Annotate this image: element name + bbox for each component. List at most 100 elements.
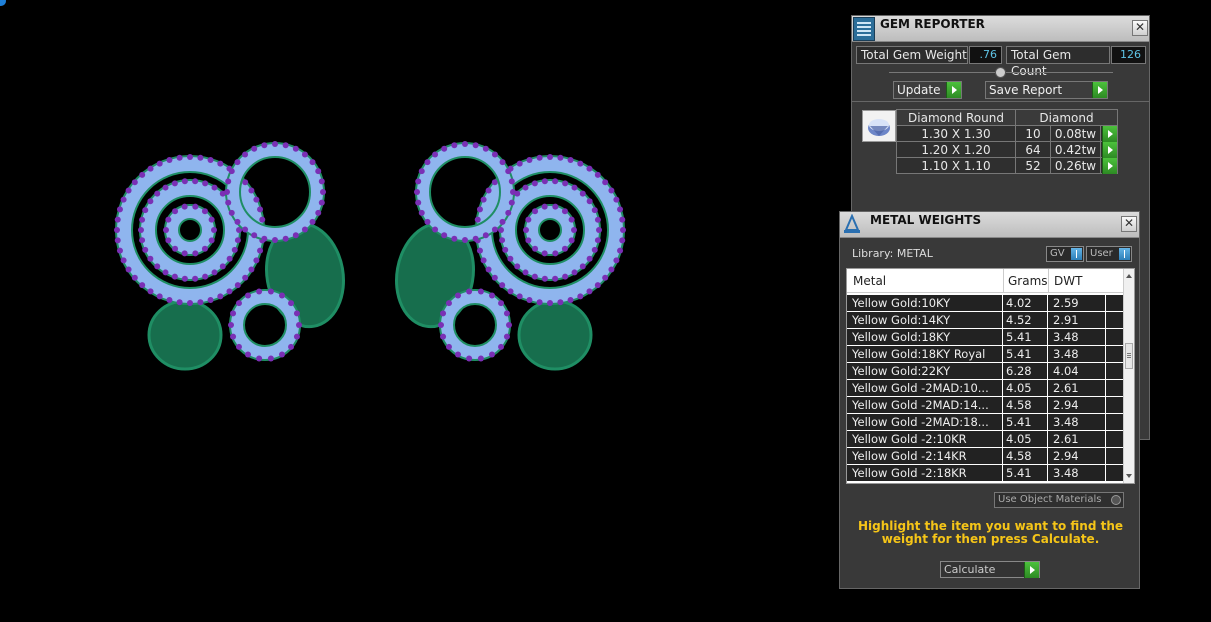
gem-stone (282, 235, 289, 242)
metal-table[interactable]: Metal Grams DWT Yellow Gold:10KY 4.02 2.59… (846, 268, 1135, 484)
gem-type-header: Diamond (1015, 109, 1118, 126)
bottom-cabochon (147, 299, 223, 371)
gem-stone (415, 199, 422, 206)
gem-stone (415, 178, 422, 185)
gem-stone (499, 218, 506, 225)
gem-reporter-close-button[interactable]: ✕ (1132, 20, 1148, 36)
metal-name-cell: Yellow Gold -2:14KR (852, 449, 967, 463)
gem-stone (498, 300, 505, 307)
metal-table-row[interactable]: Yellow Gold:14KY 4.52 2.91 (847, 312, 1125, 329)
gem-row-go-button[interactable] (1100, 141, 1118, 158)
gem-stone (251, 232, 258, 239)
gem-stone (472, 142, 479, 149)
gem-stone (503, 310, 510, 317)
gem-table-row[interactable]: 1.20 X 1.20 64 0.42tw (896, 141, 1118, 158)
metal-table-row[interactable]: Yellow Gold -2:10KR 4.05 2.61 (847, 431, 1125, 448)
gem-slider-handle[interactable] (995, 67, 1006, 78)
gem-stone (166, 297, 173, 304)
metal-table-row[interactable]: Yellow Gold -2MAD:10... 4.05 2.61 (847, 380, 1125, 397)
gem-table-row[interactable]: 1.30 X 1.30 10 0.08tw (896, 125, 1118, 142)
metal-table-row[interactable]: Yellow Gold -2MAD:18... 5.41 3.48 (847, 414, 1125, 431)
gem-reporter-titlebar[interactable]: GEM REPORTER ✕ (852, 16, 1149, 42)
gem-stone (462, 141, 468, 147)
scroll-down-icon[interactable] (1126, 474, 1132, 478)
scroll-thumb[interactable] (1125, 343, 1133, 369)
gem-stone (552, 275, 559, 282)
play-arrow-icon (1102, 142, 1117, 158)
gem-stone (296, 322, 302, 328)
metal-table-row[interactable]: Yellow Gold:18KY Royal 5.41 3.48 (847, 346, 1125, 363)
gem-stone (171, 180, 178, 187)
gem-stone (571, 269, 578, 276)
gem-stone (211, 269, 218, 276)
gem-stone (272, 141, 278, 147)
gem-stone (253, 257, 260, 264)
gem-stone (165, 216, 172, 223)
gem-table-row[interactable]: 1.10 X 1.10 52 0.26tw (896, 157, 1118, 174)
metal-column-header[interactable]: Metal (853, 274, 886, 288)
gem-stone (267, 288, 274, 295)
gem-stone (613, 257, 620, 264)
gem-stone (476, 206, 483, 213)
metal-table-scrollbar[interactable] (1123, 269, 1134, 483)
metal-weights-titlebar[interactable]: METAL WEIGHTS ✕ (840, 212, 1139, 238)
gem-stone (526, 297, 533, 304)
metal-name-cell: Yellow Gold:18KY (852, 330, 951, 344)
gem-stone (594, 171, 601, 178)
gem-stone (577, 293, 584, 300)
small-ring-pave (441, 291, 509, 359)
bottom-cabochon (517, 299, 593, 371)
extra-cell (1105, 397, 1125, 413)
metal-weights-close-button[interactable]: ✕ (1121, 216, 1137, 232)
gv-toggle[interactable]: GV (1046, 246, 1084, 262)
gem-stone (602, 274, 609, 281)
save-report-button[interactable]: Save Report (985, 81, 1108, 99)
gem-stone (438, 322, 444, 328)
metal-name-cell: Yellow Gold:22KY (852, 364, 951, 378)
diamond-round-icon[interactable] (862, 110, 896, 142)
background-strip (1140, 440, 1211, 622)
user-toggle[interactable]: User (1086, 246, 1132, 262)
gem-stone (288, 343, 295, 350)
gem-stone (485, 266, 492, 273)
gem-stone (568, 237, 575, 244)
gem-row-go-button[interactable] (1100, 157, 1118, 174)
gem-row-go-button[interactable] (1100, 125, 1118, 142)
grams-column-header[interactable]: Grams (1003, 269, 1048, 293)
gem-weight: 0.08tw (1050, 125, 1101, 142)
radio-icon (1111, 495, 1121, 505)
gem-stone (228, 209, 235, 216)
gem-stone (234, 159, 241, 166)
total-gem-weight-value: .76 (969, 46, 1002, 64)
gem-stone (536, 154, 543, 161)
gem-stone (187, 154, 193, 160)
use-object-materials-toggle[interactable]: Use Object Materials (994, 492, 1124, 508)
metal-table-row[interactable]: Yellow Gold -2:14KR 4.58 2.94 (847, 448, 1125, 465)
gem-stone (176, 154, 183, 161)
gem-stone (197, 299, 204, 306)
gem-stone (228, 322, 234, 328)
metal-table-row[interactable]: Yellow Gold -2MAD:14... 4.58 2.94 (847, 397, 1125, 414)
extra-cell (1105, 312, 1125, 328)
gem-stone (602, 179, 609, 186)
total-gem-weight-label: Total Gem Weight (856, 46, 968, 64)
scroll-up-icon[interactable] (1126, 274, 1132, 278)
gem-stone (166, 156, 173, 163)
update-button[interactable]: Update (893, 81, 962, 99)
metal-name-cell: Yellow Gold -2MAD:18... (852, 415, 989, 429)
metal-name-cell: Yellow Gold -2MAD:14... (852, 398, 989, 412)
gem-size: 1.20 X 1.20 (896, 141, 1016, 158)
gem-stone (225, 199, 232, 206)
dwt-column-header[interactable]: DWT (1048, 269, 1082, 293)
metal-table-row[interactable]: Yellow Gold:18KY 5.41 3.48 (847, 329, 1125, 346)
instruction-text: Highlight the item you want to find the … (857, 519, 1124, 546)
gem-stone (586, 165, 593, 172)
scale-icon (844, 214, 860, 233)
dwt-cell: 2.94 (1047, 397, 1105, 413)
gem-stone (617, 206, 624, 213)
metal-table-row[interactable]: Yellow Gold -2:18KR 5.41 3.48 (847, 465, 1125, 482)
metal-table-row[interactable]: Yellow Gold:22KY 6.28 4.04 (847, 363, 1125, 380)
3d-viewport[interactable] (0, 0, 840, 622)
metal-table-row[interactable]: Yellow Gold:10KY 4.02 2.59 (847, 295, 1125, 312)
calculate-button[interactable]: Calculate (940, 561, 1040, 578)
